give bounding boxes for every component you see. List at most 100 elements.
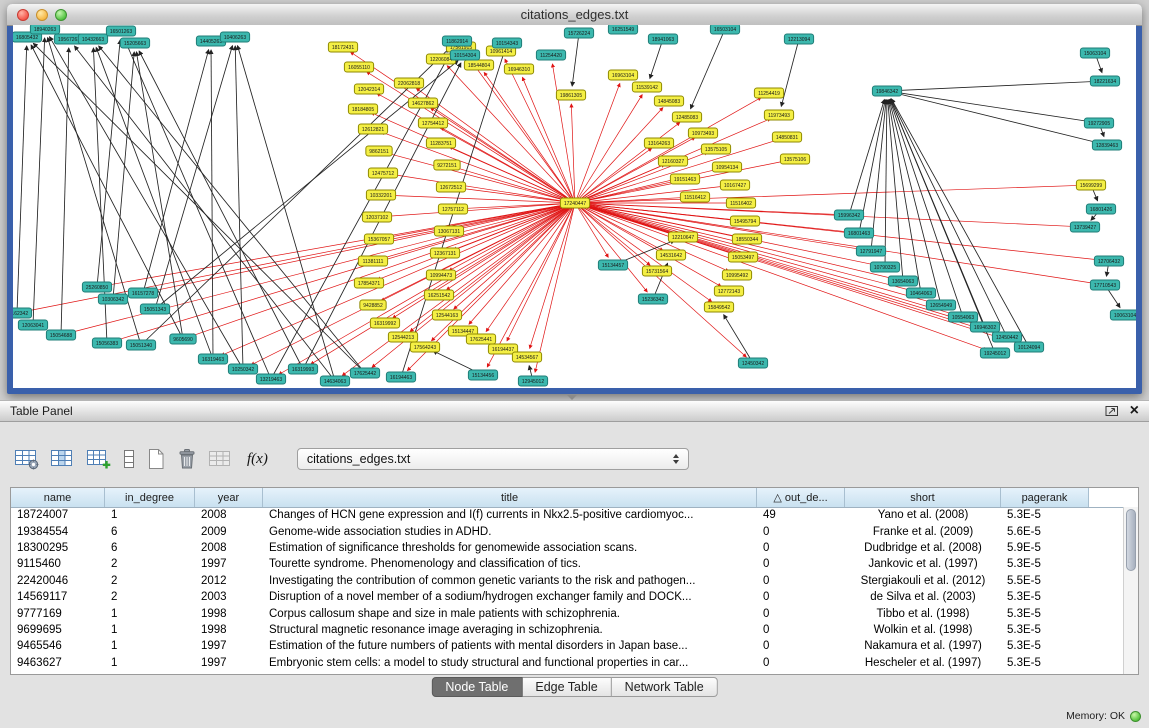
- graph-node[interactable]: 15051343: [140, 304, 169, 314]
- graph-node[interactable]: 18544804: [464, 60, 493, 70]
- graph-node[interactable]: 10154304: [450, 50, 479, 60]
- graph-node[interactable]: 12654949: [926, 300, 955, 310]
- graph-node[interactable]: 12367131: [430, 248, 459, 258]
- graph-node[interactable]: 15367057: [364, 234, 393, 244]
- column-header[interactable]: short: [845, 488, 1001, 507]
- graph-node[interactable]: 11283751: [426, 138, 455, 148]
- graph-node[interactable]: 15726224: [564, 28, 593, 38]
- graph-node[interactable]: 22062818: [394, 78, 423, 88]
- column-header[interactable]: in_degree: [105, 488, 195, 507]
- graph-node[interactable]: 10406263: [220, 32, 249, 42]
- graph-node[interactable]: 11381111: [358, 256, 387, 266]
- graph-node[interactable]: 11973493: [764, 110, 793, 120]
- minimize-window-button[interactable]: [36, 9, 48, 21]
- graph-node[interactable]: 16055110: [344, 62, 373, 72]
- table-row[interactable]: 1456911722003Disruption of a novel membe…: [11, 589, 1123, 605]
- graph-node[interactable]: 18184805: [348, 104, 377, 114]
- graph-node[interactable]: 13654063: [888, 276, 917, 286]
- graph-node[interactable]: 16946302: [970, 322, 999, 332]
- graph-node[interactable]: 16319463: [198, 354, 227, 364]
- graph-node[interactable]: 12839463: [1092, 140, 1121, 150]
- graph-node[interactable]: 16194463: [386, 372, 415, 382]
- graph-node[interactable]: 17710543: [1090, 280, 1119, 290]
- graph-node[interactable]: 16157278: [128, 288, 157, 298]
- tab-edge-table[interactable]: Edge Table: [522, 677, 611, 697]
- table-row[interactable]: 946554611997Estimation of the future num…: [11, 638, 1123, 654]
- float-panel-icon[interactable]: [1104, 404, 1120, 418]
- select-columns-icon[interactable]: [50, 447, 76, 471]
- graph-node[interactable]: 16801426: [1086, 204, 1115, 214]
- table-row[interactable]: 1830029562008Estimation of significance …: [11, 540, 1123, 556]
- table-row[interactable]: 1938455462009Genome-wide association stu…: [11, 523, 1123, 539]
- table-row[interactable]: 911546021997Tourette syndrome. Phenomeno…: [11, 556, 1123, 572]
- graph-node[interactable]: 17625442: [350, 368, 379, 378]
- graph-node[interactable]: 9428852: [360, 300, 386, 310]
- graph-node[interactable]: 15495794: [730, 216, 759, 226]
- table-options-icon[interactable]: [14, 447, 40, 471]
- graph-node[interactable]: 12160327: [658, 156, 687, 166]
- graph-node[interactable]: 10063104: [1110, 310, 1136, 320]
- graph-node[interactable]: 15699299: [1076, 180, 1105, 190]
- zoom-window-button[interactable]: [55, 9, 67, 21]
- graph-node[interactable]: 12042314: [354, 84, 383, 94]
- graph-node[interactable]: 12544163: [432, 310, 461, 320]
- graph-node[interactable]: 18172431: [328, 42, 357, 52]
- graph-node[interactable]: 12450442: [992, 332, 1021, 342]
- graph-node[interactable]: 10790325: [870, 262, 899, 272]
- table-row[interactable]: 969969511998Structural magnetic resonanc…: [11, 622, 1123, 638]
- graph-node[interactable]: 17625441: [466, 334, 495, 344]
- graph-node[interactable]: 15134456: [468, 370, 497, 380]
- window-titlebar[interactable]: citations_edges.txt: [7, 4, 1142, 26]
- graph-node[interactable]: 16251542: [424, 290, 453, 300]
- graph-node[interactable]: 9862151: [366, 146, 392, 156]
- graph-node[interactable]: 15053497: [728, 252, 757, 262]
- graph-node[interactable]: 11862914: [442, 36, 471, 46]
- graph-node[interactable]: 12450342: [738, 358, 767, 368]
- graph-node[interactable]: 19162342: [13, 308, 32, 318]
- graph-node[interactable]: 19272905: [1084, 118, 1113, 128]
- graph-node[interactable]: 12791947: [856, 246, 885, 256]
- table-scrollbar[interactable]: [1123, 507, 1138, 674]
- graph-node[interactable]: 19151463: [670, 174, 699, 184]
- scrollbar-thumb[interactable]: [1126, 509, 1136, 571]
- graph-node[interactable]: 14634063: [320, 376, 349, 386]
- graph-node[interactable]: 15134457: [598, 260, 627, 270]
- table-add-icon[interactable]: [86, 447, 112, 471]
- network-canvas[interactable]: 1724044718172431160551101204231418184805…: [13, 25, 1136, 388]
- graph-node[interactable]: 15731564: [642, 266, 671, 276]
- graph-node[interactable]: 12475712: [368, 168, 397, 178]
- graph-node[interactable]: 25260850: [82, 282, 111, 292]
- graph-node[interactable]: 12037102: [362, 212, 391, 222]
- graph-node[interactable]: 19245012: [980, 348, 1009, 358]
- delete-table-icon[interactable]: [176, 447, 198, 471]
- graph-node[interactable]: 11516412: [680, 192, 709, 202]
- graph-node[interactable]: 10464063: [906, 288, 935, 298]
- graph-node[interactable]: 13164263: [644, 138, 673, 148]
- graph-node[interactable]: 13575106: [780, 154, 809, 164]
- graph-node[interactable]: 13575105: [701, 144, 730, 154]
- graph-node[interactable]: 12757112: [438, 204, 467, 214]
- graph-node[interactable]: 15849542: [704, 302, 733, 312]
- row-height-icon[interactable]: [122, 447, 136, 471]
- graph-node[interactable]: 17854371: [354, 278, 383, 288]
- graph-node[interactable]: 10954134: [712, 162, 741, 172]
- graph-node[interactable]: 16503104: [710, 25, 739, 34]
- graph-node[interactable]: 11254420: [536, 50, 565, 60]
- new-table-icon[interactable]: [146, 447, 166, 471]
- column-header[interactable]: name: [11, 488, 105, 507]
- graph-node[interactable]: 18941063: [648, 34, 677, 44]
- graph-node[interactable]: 11539142: [632, 82, 661, 92]
- graph-node[interactable]: 10994473: [426, 270, 455, 280]
- column-header[interactable]: year: [195, 488, 263, 507]
- graph-node[interactable]: 12754412: [418, 118, 447, 128]
- graph-node[interactable]: 12945012: [518, 376, 547, 386]
- graph-node[interactable]: 15236342: [638, 294, 667, 304]
- table-source-dropdown[interactable]: citations_edges.txt: [297, 448, 689, 470]
- graph-node[interactable]: 12213094: [784, 34, 813, 44]
- graph-node[interactable]: 15051340: [126, 340, 155, 350]
- table-row[interactable]: 2242004622012Investigating the contribut…: [11, 573, 1123, 589]
- close-panel-icon[interactable]: ×: [1130, 404, 1139, 418]
- graph-node[interactable]: 13739427: [1070, 222, 1099, 232]
- graph-node[interactable]: 9272151: [434, 160, 460, 170]
- graph-node[interactable]: 13219463: [256, 374, 285, 384]
